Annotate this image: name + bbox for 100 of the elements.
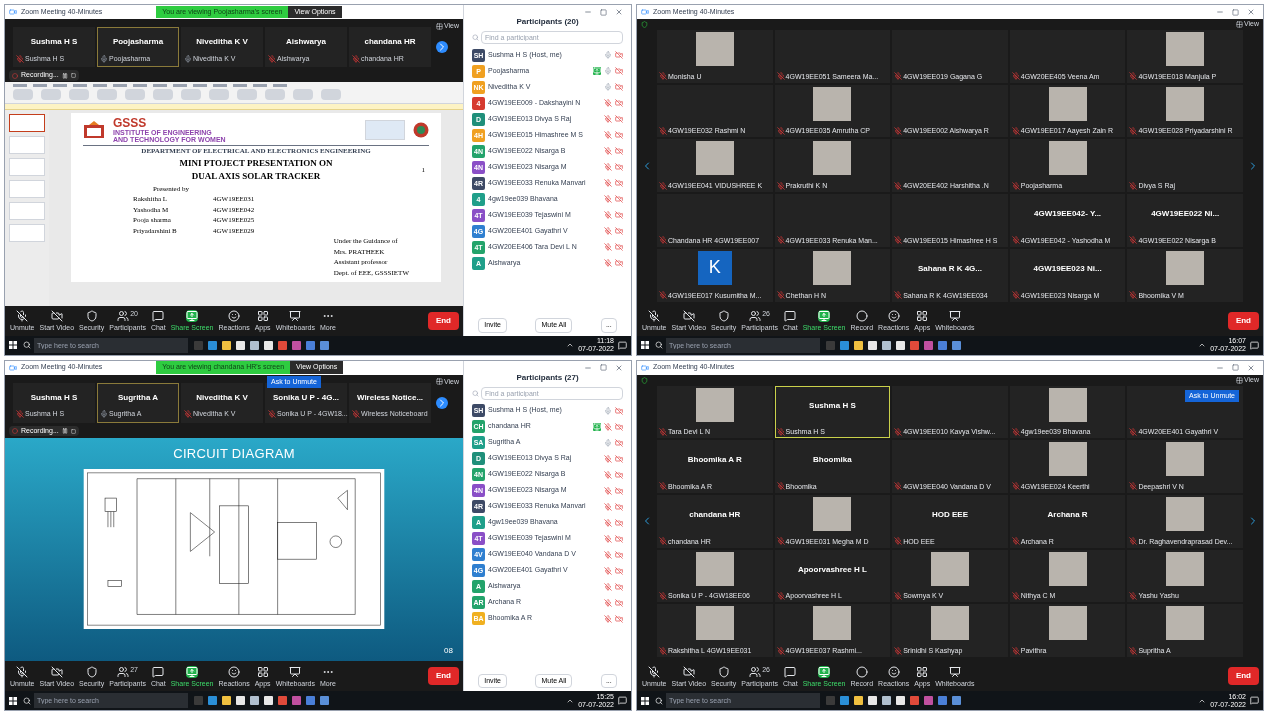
whiteboard-icon: [948, 665, 961, 678]
search-icon: [472, 389, 479, 397]
view-grid-icon: [1235, 21, 1243, 28]
accreditation-logos: [365, 120, 405, 140]
windows-start-icon[interactable]: [641, 341, 649, 349]
participant-display-name: Niveditha K V: [196, 36, 248, 48]
participant-display-name: 4GW19EE023 Ni...: [1033, 262, 1102, 275]
participant-display-name: Poojasharma: [112, 36, 164, 48]
photo-placeholder: [695, 551, 734, 586]
end-button[interactable]: End: [427, 667, 459, 685]
close-icon[interactable]: [1247, 8, 1255, 16]
close-icon[interactable]: [615, 363, 623, 372]
maximize-icon[interactable]: [1232, 364, 1239, 371]
maximize-icon[interactable]: [600, 364, 607, 371]
photo-placeholder: [1166, 551, 1205, 586]
photo-placeholder: [695, 32, 734, 66]
panel-title: Participants (20): [516, 16, 579, 28]
end-button[interactable]: End: [1227, 667, 1259, 685]
security-shield-icon: [641, 376, 648, 384]
recording-dot-icon: [12, 428, 18, 434]
view-grid-icon: [435, 22, 443, 30]
notification-icon[interactable]: [1250, 696, 1259, 705]
photo-placeholder: [813, 496, 852, 531]
notification-icon[interactable]: [618, 340, 627, 350]
windows-start-icon[interactable]: [9, 696, 17, 705]
participant-display-name: Bhoomika A R: [687, 454, 742, 467]
search-icon: [655, 696, 663, 705]
microphone-muted-icon: [648, 310, 661, 322]
photo-placeholder: [931, 606, 969, 641]
microphone-muted-icon: [16, 665, 29, 678]
search-icon: [23, 341, 31, 349]
photo-placeholder: [813, 250, 852, 285]
photo-placeholder: [1048, 551, 1087, 586]
share-screen-icon: [186, 310, 199, 322]
stop-icon[interactable]: [70, 428, 76, 434]
photo-placeholder: [1048, 442, 1087, 477]
photo-placeholder: [1166, 606, 1205, 641]
shield-icon: [85, 665, 98, 678]
windows-start-icon[interactable]: [9, 341, 17, 349]
participant-display-name: Archana R: [1047, 508, 1088, 521]
minimize-icon[interactable]: [1216, 8, 1224, 16]
windows-start-icon[interactable]: [641, 696, 649, 705]
share-screen-icon: [186, 665, 199, 678]
close-icon[interactable]: [615, 8, 623, 16]
chat-bubble-icon: [784, 665, 797, 678]
shield-icon: [717, 310, 730, 322]
institute-name: GSSS: [113, 117, 148, 129]
participant-display-name: Sushma H S: [809, 399, 856, 412]
microphone-muted-icon: [648, 665, 661, 678]
participant-display-name: Sahana R K 4G...: [917, 262, 982, 275]
participant-display-name: chandana HR: [364, 36, 416, 48]
photo-placeholder: [1166, 32, 1205, 66]
apps-icon: [916, 665, 929, 678]
minimize-icon[interactable]: [584, 8, 592, 16]
maximize-icon[interactable]: [1232, 8, 1239, 16]
photo-placeholder: [813, 606, 852, 641]
notification-icon[interactable]: [1250, 340, 1259, 350]
participant-display-name: HOD EEE: [932, 508, 968, 521]
photo-placeholder: [1166, 250, 1205, 285]
notification-icon[interactable]: [618, 696, 627, 705]
record-icon: [855, 665, 868, 678]
participant-display-name: 4GW19EE022 Ni...: [1151, 208, 1220, 221]
pause-icon[interactable]: [61, 428, 68, 434]
participant-display-name: Sushma H S: [30, 36, 78, 48]
college-logo-icon: [83, 121, 105, 139]
search-icon: [655, 341, 663, 349]
photo-placeholder: [1048, 86, 1087, 121]
recording-dot-icon: [12, 72, 18, 79]
whiteboard-icon: [948, 310, 961, 322]
participant-display-name: Sugritha A: [117, 391, 159, 404]
participant-display-name: Sushma H S: [30, 391, 78, 404]
pause-icon[interactable]: [61, 72, 68, 79]
shield-icon: [85, 310, 98, 322]
whiteboard-icon: [289, 665, 302, 678]
close-icon[interactable]: [1247, 363, 1255, 372]
maximize-icon[interactable]: [600, 8, 607, 16]
stop-icon[interactable]: [70, 73, 76, 78]
photo-placeholder: [1166, 442, 1205, 477]
next-page-icon[interactable]: [436, 41, 448, 53]
photo-placeholder: [1166, 86, 1205, 121]
university-emblem-icon: [413, 122, 429, 138]
end-button[interactable]: End: [427, 311, 459, 330]
microphone-muted-icon: [16, 310, 29, 322]
smiley-icon: [228, 665, 241, 678]
view-grid-icon: [435, 378, 443, 386]
smiley-icon: [887, 310, 900, 322]
photo-placeholder: [1048, 141, 1087, 176]
share-screen-icon: [818, 310, 831, 322]
people-icon: [749, 310, 762, 322]
participant-display-name: Niveditha K V: [196, 391, 248, 404]
security-shield-icon: [641, 21, 648, 28]
photo-placeholder: [1048, 606, 1087, 641]
end-button[interactable]: End: [1227, 311, 1259, 330]
participant-display-name: Aishwarya: [286, 36, 326, 48]
video-off-icon: [682, 665, 695, 678]
zoom-logo-icon: [641, 363, 649, 372]
photo-placeholder: [695, 387, 734, 422]
zoom-logo-icon: [9, 8, 17, 16]
next-page-icon[interactable]: [436, 396, 448, 409]
photo-placeholder: [1166, 496, 1205, 531]
